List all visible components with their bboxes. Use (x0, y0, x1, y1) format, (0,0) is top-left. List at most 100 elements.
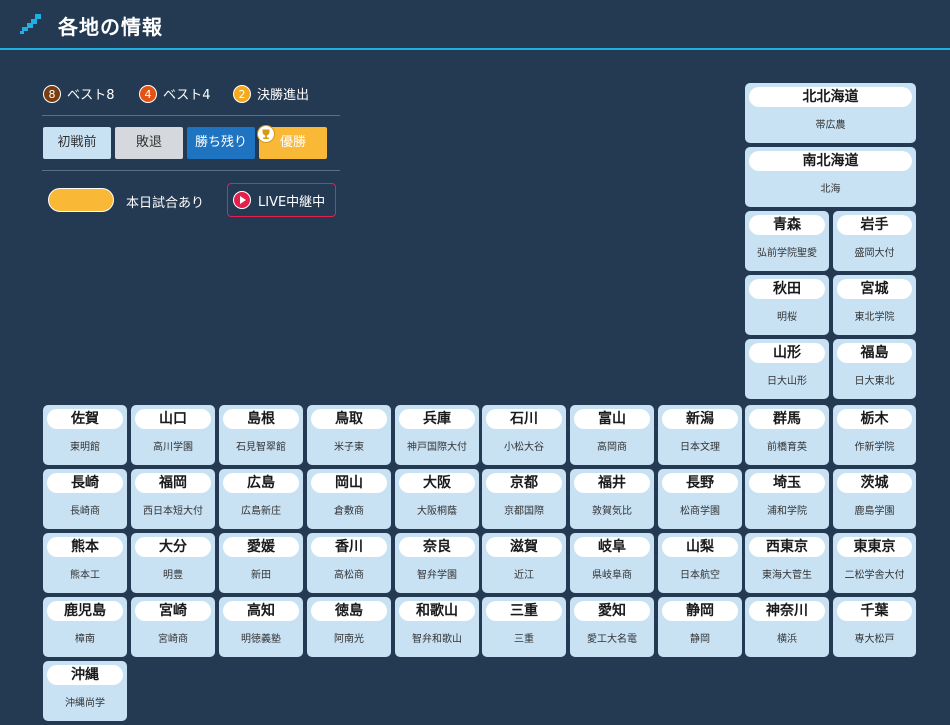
prefecture-card[interactable]: 鹿児島 樟南 (43, 597, 127, 657)
page-header: 各地の情報 (0, 0, 950, 50)
prefecture-card[interactable]: 長野 松商学園 (658, 469, 742, 529)
school-name: 専大松戸 (854, 634, 895, 645)
trophy-icon (257, 125, 275, 143)
school-name: 近江 (514, 570, 534, 581)
status-eliminated: 敗退 (115, 127, 183, 159)
prefecture-name: 長崎 (47, 473, 123, 493)
prefecture-name: 富山 (574, 409, 650, 429)
status-before-first: 初戦前 (43, 127, 111, 159)
school-name: 日本航空 (680, 570, 720, 581)
prefecture-card[interactable]: 大阪 大阪桐蔭 (395, 469, 479, 529)
prefecture-card[interactable]: 南北海道 北海 (745, 147, 916, 207)
prefecture-card[interactable]: 岩手 盛岡大付 (833, 211, 916, 271)
prefecture-card[interactable]: 青森 弘前学院聖愛 (745, 211, 829, 271)
school-name: 前橋育英 (767, 442, 807, 453)
prefecture-card[interactable]: 沖縄 沖縄尚学 (43, 661, 127, 721)
school-name: 日大東北 (854, 376, 895, 387)
school-name: 松商学園 (680, 506, 720, 517)
prefecture-name: 岐阜 (574, 537, 650, 557)
school-name: 西日本短大付 (143, 506, 203, 517)
school-name: 日本文理 (680, 442, 720, 453)
prefecture-card[interactable]: 三重 三重 (482, 597, 566, 657)
prefecture-card[interactable]: 山口 高川学園 (131, 405, 215, 465)
prefecture-card[interactable]: 鳥取 米子東 (307, 405, 391, 465)
prefecture-card[interactable]: 兵庫 神戸国際大付 (395, 405, 479, 465)
school-name: 智弁学園 (417, 570, 457, 581)
prefecture-name: 沖縄 (47, 665, 123, 685)
school-name: 倉敷商 (334, 506, 364, 517)
school-name: 広島新庄 (241, 506, 281, 517)
prefecture-card[interactable]: 福島 日大東北 (833, 339, 916, 399)
prefecture-card[interactable]: 高知 明徳義塾 (219, 597, 303, 657)
prefecture-card[interactable]: 埼玉 浦和学院 (745, 469, 829, 529)
prefecture-name: 東東京 (837, 537, 912, 557)
prefecture-card[interactable]: 千葉 専大松戸 (833, 597, 916, 657)
school-name: 日大山形 (767, 376, 807, 387)
prefecture-card[interactable]: 宮城 東北学院 (833, 275, 916, 335)
prefecture-card[interactable]: 愛媛 新田 (219, 533, 303, 593)
prefecture-card[interactable]: 愛知 愛工大名電 (570, 597, 654, 657)
prefecture-card[interactable]: 東東京 二松学舎大付 (833, 533, 916, 593)
school-name: 二松学舎大付 (844, 570, 905, 581)
prefecture-card[interactable]: 広島 広島新庄 (219, 469, 303, 529)
school-name: 東明館 (70, 442, 100, 453)
prefecture-card[interactable]: 北北海道 帯広農 (745, 83, 916, 143)
prefecture-card[interactable]: 徳島 阿南光 (307, 597, 391, 657)
prefecture-card[interactable]: 佐賀 東明館 (43, 405, 127, 465)
prefecture-card[interactable]: 島根 石見智翠館 (219, 405, 303, 465)
school-name: 沖縄尚学 (65, 698, 105, 709)
status-champion: 優勝 (257, 125, 327, 159)
prefecture-card[interactable]: 石川 小松大谷 (482, 405, 566, 465)
prefecture-name: 滋賀 (486, 537, 562, 557)
prefecture-name: 静岡 (662, 601, 738, 621)
prefecture-name: 熊本 (47, 537, 123, 557)
prefecture-card[interactable]: 栃木 作新学院 (833, 405, 916, 465)
prefecture-card[interactable]: 滋賀 近江 (482, 533, 566, 593)
prefecture-card[interactable]: 静岡 静岡 (658, 597, 742, 657)
prefecture-card[interactable]: 山形 日大山形 (745, 339, 829, 399)
prefecture-card[interactable]: 秋田 明桜 (745, 275, 829, 335)
prefecture-card[interactable]: 和歌山 智弁和歌山 (395, 597, 479, 657)
best4-label: ベスト4 (163, 88, 211, 103)
school-name: 横浜 (777, 634, 797, 645)
prefecture-card[interactable]: 福岡 西日本短大付 (131, 469, 215, 529)
prefecture-name: 宮城 (837, 279, 912, 299)
school-name: 京都国際 (504, 506, 544, 517)
prefecture-card[interactable]: 神奈川 横浜 (745, 597, 829, 657)
school-name: 高川学園 (153, 442, 193, 453)
prefecture-card[interactable]: 群馬 前橋育英 (745, 405, 829, 465)
prefecture-card[interactable]: 福井 敦賀気比 (570, 469, 654, 529)
prefecture-name: 福井 (574, 473, 650, 493)
school-name: 静岡 (690, 634, 710, 645)
prefecture-card[interactable]: 宮崎 宮崎商 (131, 597, 215, 657)
prefecture-name: 岩手 (837, 215, 912, 235)
prefecture-card[interactable]: 新潟 日本文理 (658, 405, 742, 465)
prefecture-card[interactable]: 岐阜 県岐阜商 (570, 533, 654, 593)
prefecture-card[interactable]: 山梨 日本航空 (658, 533, 742, 593)
prefecture-name: 岡山 (311, 473, 387, 493)
prefecture-name: 埼玉 (749, 473, 825, 493)
prefecture-name: 山梨 (662, 537, 738, 557)
prefecture-card[interactable]: 長崎 長崎商 (43, 469, 127, 529)
school-name: 東北学院 (854, 312, 895, 323)
prefecture-card[interactable]: 熊本 熊本工 (43, 533, 127, 593)
legend-final: 2 決勝進出 (233, 84, 309, 103)
prefecture-card[interactable]: 西東京 東海大菅生 (745, 533, 829, 593)
school-name: 樟南 (75, 634, 95, 645)
prefecture-card[interactable]: 茨城 鹿島学園 (833, 469, 916, 529)
prefecture-card[interactable]: 岡山 倉敷商 (307, 469, 391, 529)
legend-best4: 4 ベスト4 (139, 84, 211, 103)
prefecture-card[interactable]: 京都 京都国際 (482, 469, 566, 529)
prefecture-name: 島根 (223, 409, 299, 429)
prefecture-name: 京都 (486, 473, 562, 493)
prefecture-card[interactable]: 奈良 智弁学園 (395, 533, 479, 593)
school-name: 長崎商 (70, 506, 100, 517)
school-name: 熊本工 (70, 570, 100, 581)
prefecture-name: 愛媛 (223, 537, 299, 557)
play-icon (233, 191, 251, 209)
prefecture-card[interactable]: 富山 高岡商 (570, 405, 654, 465)
school-name: 智弁和歌山 (412, 634, 462, 645)
prefecture-card[interactable]: 香川 高松商 (307, 533, 391, 593)
prefecture-name: 南北海道 (749, 151, 912, 171)
prefecture-card[interactable]: 大分 明豊 (131, 533, 215, 593)
